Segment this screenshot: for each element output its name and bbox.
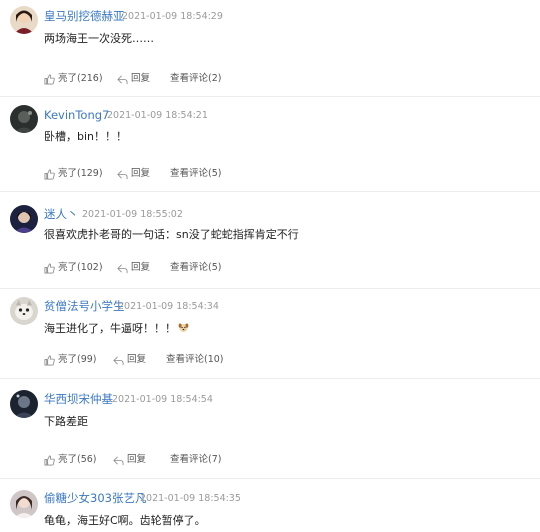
view-replies-link[interactable]: 查看评论(5) (170, 261, 221, 275)
reply-arrow-icon (117, 264, 128, 273)
timestamp: 2021-01-09 18:54:54 (112, 394, 213, 405)
like-button[interactable]: 亮了(102) (44, 261, 103, 275)
timestamp: 2021-01-09 18:54:35 (140, 493, 241, 504)
reply-button[interactable]: 回复 (117, 167, 150, 181)
view-replies-link[interactable]: 查看评论(2) (170, 72, 221, 86)
comment-text: 海王进化了，牛逼呀！！！ (44, 322, 189, 336)
divider (0, 288, 540, 289)
reply-arrow-icon (113, 356, 124, 365)
comment-text: 很喜欢虎扑老哥的一句话：sn没了蛇蛇指挥肯定不行 (44, 228, 299, 241)
reply-label: 回复 (131, 73, 151, 84)
like-button[interactable]: 亮了(216) (44, 72, 103, 86)
view-replies-label: 查看评论(5) (170, 262, 222, 273)
username-link[interactable]: 偷糖少女303张艺凡 (44, 491, 146, 505)
comment-text: 下路差距 (44, 415, 88, 428)
avatar[interactable] (10, 390, 38, 418)
thumbs-up-icon (44, 169, 55, 179)
divider (0, 96, 540, 97)
reply-arrow-icon (117, 170, 128, 179)
reply-label: 回复 (127, 354, 147, 365)
comment-text: 龟龟，海王好C啊。齿轮暂停了。 (44, 514, 206, 527)
username-link[interactable]: 皇马别挖德赫亚 (44, 9, 125, 23)
dog-emoji-icon (178, 323, 189, 333)
view-replies-label: 查看评论(10) (166, 354, 224, 365)
comment-text: 卧槽，bin！！！ (44, 130, 128, 143)
view-replies-label: 查看评论(7) (170, 454, 222, 465)
reply-label: 回复 (127, 454, 147, 465)
view-replies-link[interactable]: 查看评论(5) (170, 167, 221, 181)
view-replies-label: 查看评论(5) (170, 168, 222, 179)
like-button[interactable]: 亮了(99) (44, 353, 97, 367)
reply-button[interactable]: 回复 (117, 72, 150, 86)
divider (0, 191, 540, 192)
avatar[interactable] (10, 105, 38, 133)
thumbs-up-icon (44, 263, 55, 273)
username-link[interactable]: 贫僧法号小学生 (44, 299, 125, 313)
view-replies-link[interactable]: 查看评论(7) (170, 453, 221, 467)
reply-button[interactable]: 回复 (113, 453, 146, 467)
avatar[interactable] (10, 297, 38, 325)
view-replies-label: 查看评论(2) (170, 73, 222, 84)
timestamp: 2021-01-09 18:54:29 (122, 11, 223, 22)
reply-arrow-icon (117, 75, 128, 84)
divider (0, 478, 540, 479)
timestamp: 2021-01-09 18:54:34 (118, 301, 219, 312)
avatar[interactable] (10, 205, 38, 233)
like-count: 亮了(216) (58, 73, 103, 84)
reply-label: 回复 (131, 262, 151, 273)
avatar[interactable] (10, 6, 38, 34)
comment-text: 两场海王一次没死…… (44, 32, 154, 45)
timestamp: 2021-01-09 18:55:02 (82, 209, 183, 220)
like-count: 亮了(102) (58, 262, 103, 273)
comment-text-body: 海王进化了，牛逼呀！！！ (44, 322, 176, 335)
reply-button[interactable]: 回复 (117, 261, 150, 275)
reply-button[interactable]: 回复 (113, 353, 146, 367)
like-button[interactable]: 亮了(129) (44, 167, 103, 181)
thumbs-up-icon (44, 355, 55, 365)
like-count: 亮了(129) (58, 168, 103, 179)
like-button[interactable]: 亮了(56) (44, 453, 97, 467)
avatar[interactable] (10, 490, 38, 518)
thumbs-up-icon (44, 455, 55, 465)
reply-label: 回复 (131, 168, 151, 179)
view-replies-link[interactable]: 查看评论(10) (166, 353, 224, 367)
timestamp: 2021-01-09 18:54:21 (107, 110, 208, 121)
reply-arrow-icon (113, 456, 124, 465)
like-count: 亮了(99) (58, 354, 97, 365)
divider (0, 378, 540, 379)
username-link[interactable]: 迷人丶 (44, 207, 79, 221)
thumbs-up-icon (44, 74, 55, 84)
username-link[interactable]: 华西坝宋仲基 (44, 392, 113, 406)
username-link[interactable]: KevinTong7 (44, 108, 109, 122)
like-count: 亮了(56) (58, 454, 97, 465)
